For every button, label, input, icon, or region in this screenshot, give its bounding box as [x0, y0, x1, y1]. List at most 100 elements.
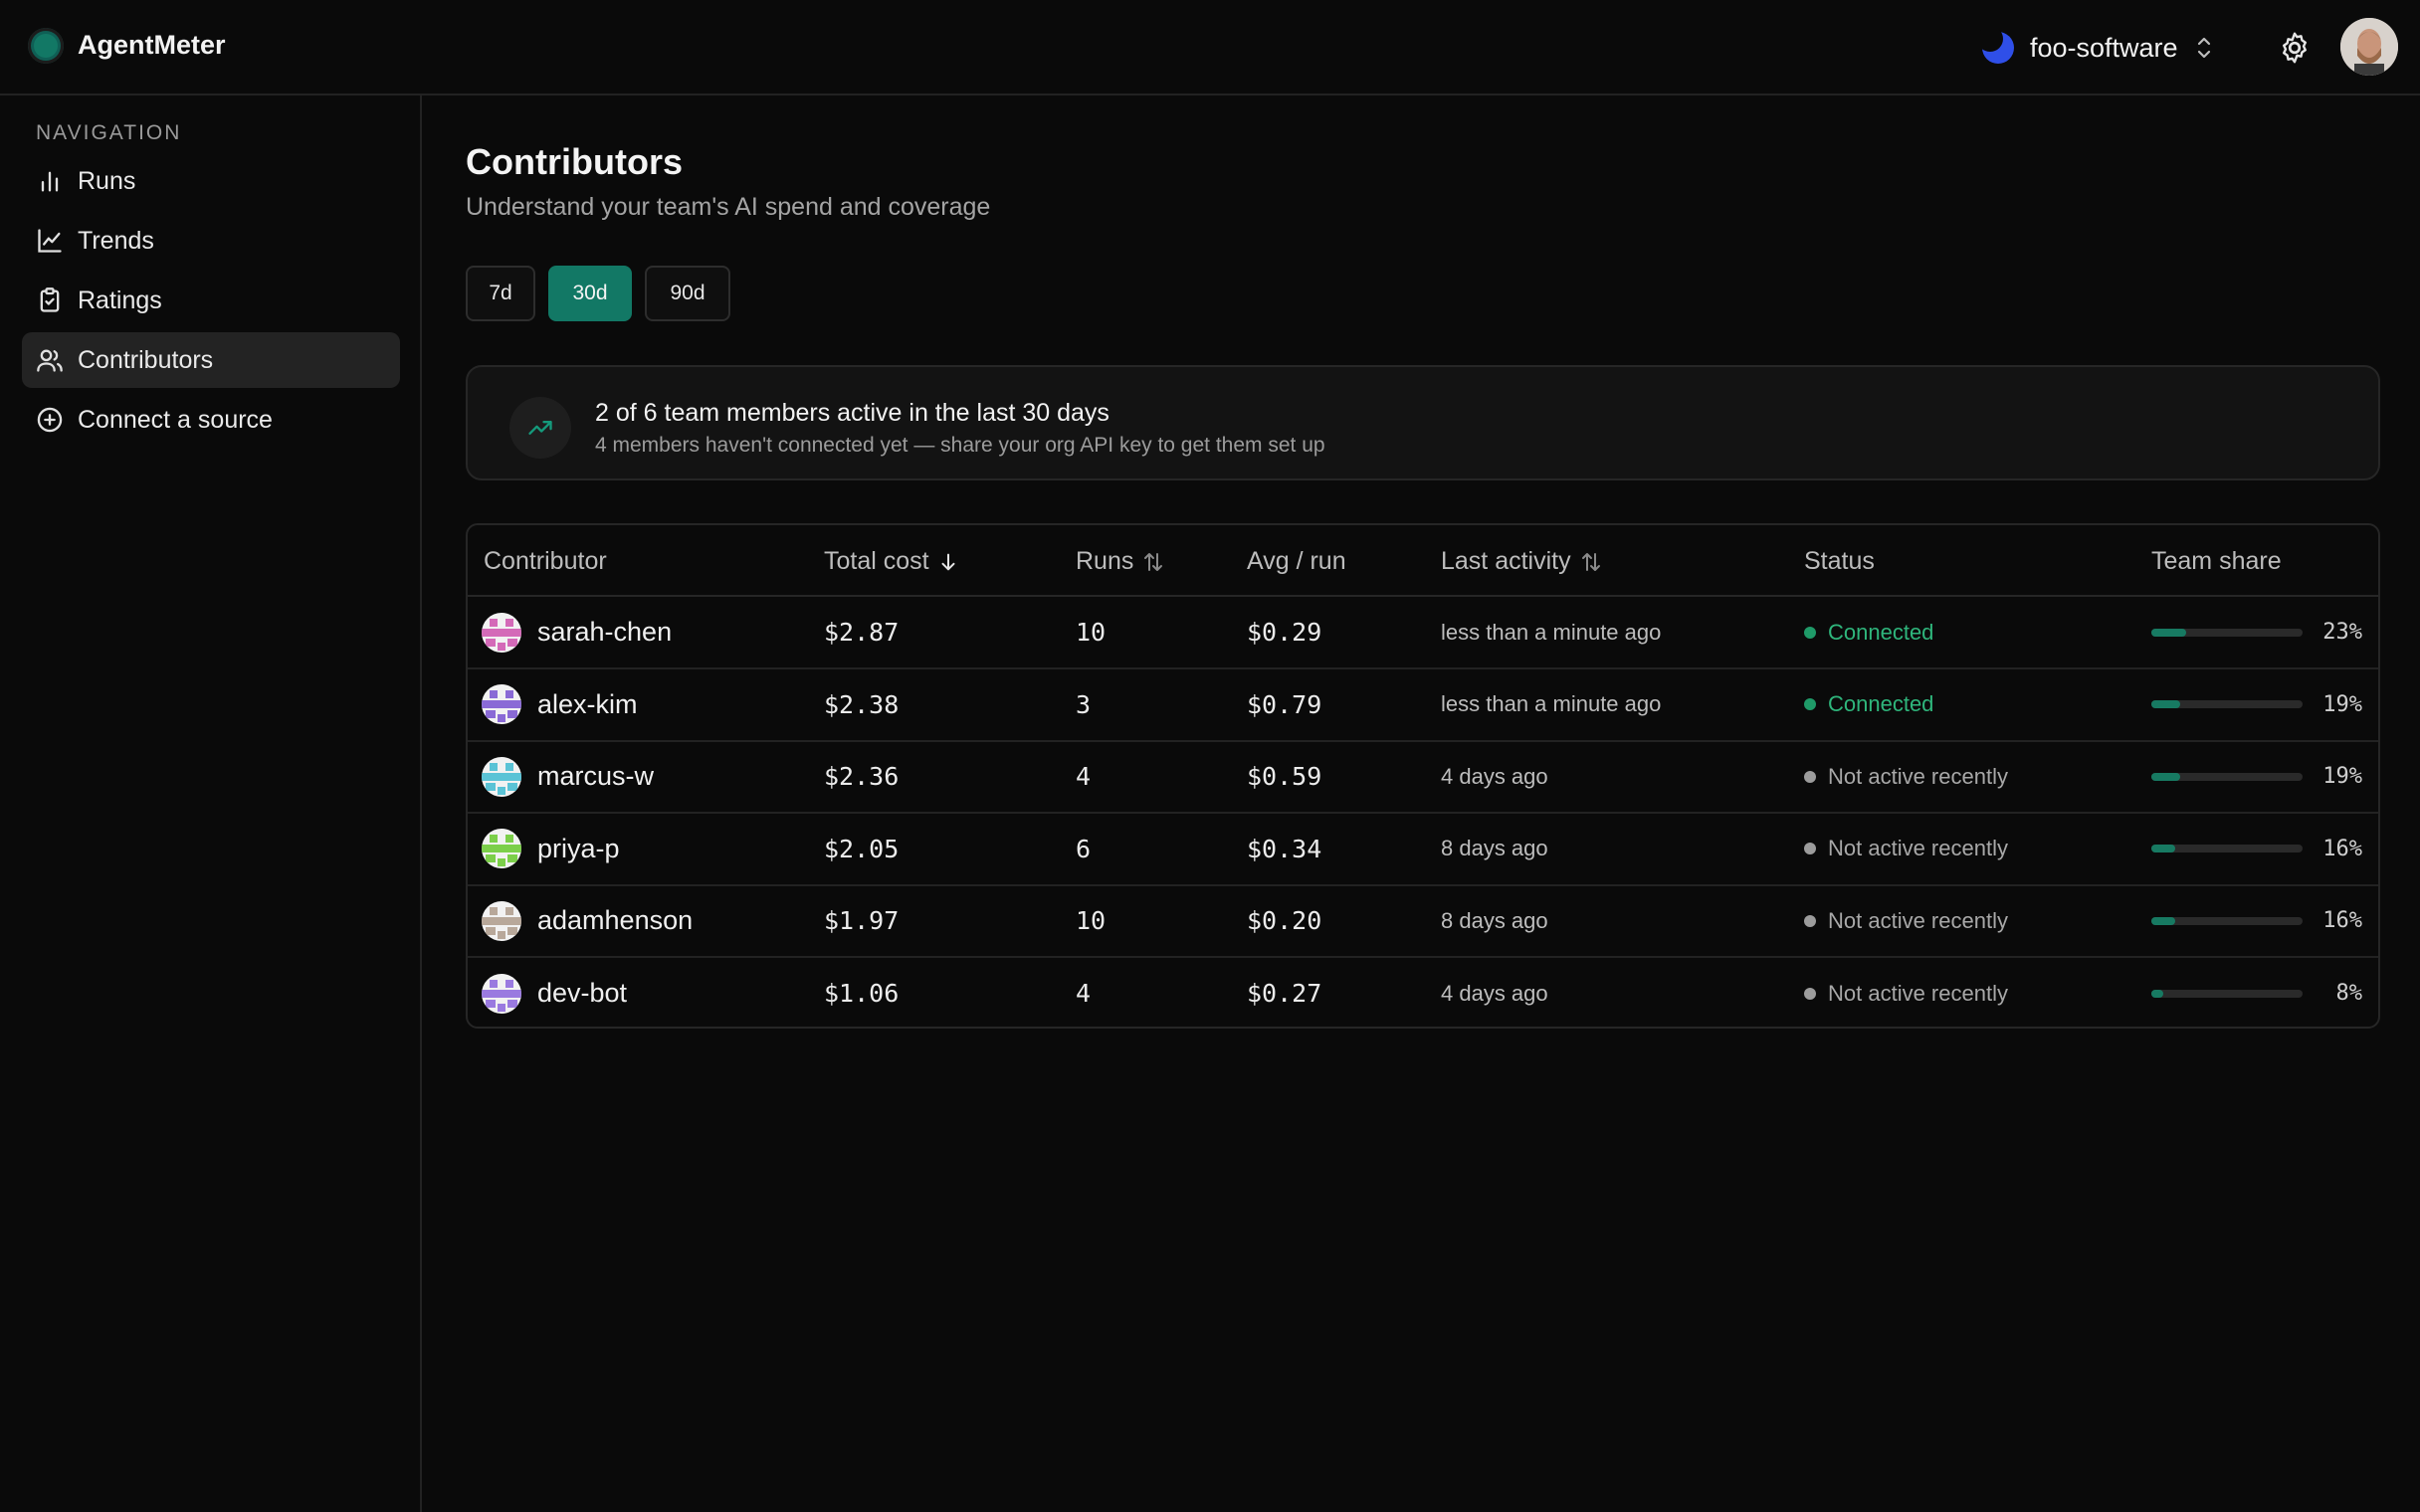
- total-cost-cell: $1.06: [824, 958, 900, 1027]
- runs-count-cell: 6: [1076, 814, 1091, 884]
- nav-heading: NAVIGATION: [36, 121, 182, 144]
- last-activity: 8 days ago: [1441, 836, 1548, 861]
- sort-icon: [1581, 552, 1600, 571]
- runs-count: 4: [1076, 979, 1092, 1008]
- column-label: Runs: [1076, 547, 1134, 575]
- runs-count: 10: [1076, 906, 1107, 936]
- status-cell: Not active recently: [1804, 741, 2008, 812]
- avg-run: $0.29: [1247, 618, 1322, 647]
- banner-title: 2 of 6 team members active in the last 3…: [595, 399, 1109, 427]
- team-share-percent: 16%: [2322, 836, 2362, 861]
- user-avatar[interactable]: [2340, 18, 2398, 76]
- last-activity-cell: 8 days ago: [1441, 885, 1548, 956]
- team-share-bar: [2151, 628, 2303, 637]
- column-contributor[interactable]: Contributor: [484, 547, 607, 576]
- column-last-activity[interactable]: Last activity: [1441, 547, 1603, 576]
- status-cell: Connected: [1804, 597, 1933, 667]
- table-row[interactable]: dev-bot $1.06 4 $0.27 4 days ago Not active r…: [468, 958, 2378, 1027]
- team-share-bar: [2151, 772, 2303, 781]
- avg-run-cell: $0.79: [1247, 669, 1321, 740]
- total-cost: $2.87: [824, 618, 900, 647]
- team-share-cell: 19%: [2151, 669, 2362, 740]
- contributor-name: adamhenson: [537, 905, 694, 936]
- total-cost: $2.38: [824, 689, 900, 719]
- gear-icon[interactable]: [2277, 30, 2313, 66]
- last-activity: less than a minute ago: [1441, 691, 1662, 717]
- status-badge: Not active recently: [1804, 908, 2008, 934]
- sort-desc-icon: [941, 553, 955, 570]
- sidebar-item-ratings[interactable]: Ratings: [22, 273, 400, 328]
- column-team-share: Team share: [2151, 547, 2282, 576]
- status-text: Not active recently: [1828, 980, 2008, 1006]
- contributor-cell: marcus-w: [482, 741, 654, 812]
- status-badge: Connected: [1804, 620, 1933, 646]
- sidebar-item-contributors[interactable]: Contributors: [22, 332, 400, 388]
- status-dot: [1804, 843, 1816, 855]
- total-cost-cell: $2.36: [824, 741, 899, 812]
- org-switcher[interactable]: foo-software: [1977, 26, 2214, 70]
- total-cost-cell: $2.38: [824, 669, 899, 740]
- status-badge: Not active recently: [1804, 981, 2008, 1007]
- page-title: Contributors: [466, 141, 683, 182]
- trending-up-icon: [509, 397, 571, 459]
- contributor-cell: priya-p: [482, 814, 620, 884]
- team-share-fill: [2151, 989, 2163, 998]
- total-cost-cell: $2.05: [824, 814, 899, 884]
- team-share-bar: [2151, 700, 2303, 709]
- top-bar: AgentMeter foo-software: [0, 0, 2420, 95]
- contributor-cell: adamhenson: [482, 885, 693, 956]
- avg-run-cell: $0.59: [1247, 741, 1321, 812]
- range-7d-button[interactable]: 7d: [466, 266, 535, 321]
- total-cost-cell: $2.87: [824, 597, 899, 667]
- team-share-percent: 8%: [2335, 981, 2363, 1006]
- status-text: Not active recently: [1828, 763, 2008, 789]
- avg-run: $0.20: [1247, 906, 1322, 936]
- avatar: [482, 756, 521, 797]
- page-subtitle: Understand your team's AI spend and cove…: [466, 193, 991, 221]
- last-activity: 8 days ago: [1441, 907, 1548, 933]
- sidebar-item-runs[interactable]: Runs: [22, 153, 400, 209]
- status-badge: Not active recently: [1804, 764, 2008, 790]
- contributor-name: sarah-chen: [537, 617, 673, 647]
- team-share-percent: 16%: [2322, 908, 2362, 934]
- team-share-bar: [2151, 989, 2303, 998]
- table-row[interactable]: alex-kim $2.38 3 $0.79 less than a minute ag…: [468, 669, 2378, 742]
- table-row[interactable]: marcus-w $2.36 4 $0.59 4 days ago Not active …: [468, 741, 2378, 815]
- table-row[interactable]: priya-p $2.05 6 $0.34 8 days ago Not active r…: [468, 814, 2378, 886]
- sidebar-item-trends[interactable]: Trends: [22, 213, 400, 269]
- banner-subtitle: 4 members haven't connected yet — share …: [595, 434, 1325, 457]
- avg-run-cell: $0.29: [1247, 597, 1321, 667]
- table-header: Contributor Total cost Runs Avg / run La…: [468, 525, 2378, 597]
- status-cell: Not active recently: [1804, 814, 2008, 884]
- range-30d-button[interactable]: 30d: [548, 266, 632, 321]
- contributor-cell: sarah-chen: [482, 597, 672, 667]
- sidebar-item-label: Runs: [78, 166, 136, 195]
- column-label: Contributor: [484, 547, 607, 575]
- table-row[interactable]: sarah-chen $2.87 10 $0.29 less than a minute…: [468, 597, 2378, 669]
- column-label: Status: [1804, 547, 1875, 575]
- total-cost: $1.06: [824, 979, 900, 1008]
- runs-count-cell: 3: [1076, 669, 1091, 740]
- range-90d-button[interactable]: 90d: [645, 266, 730, 321]
- column-runs[interactable]: Runs: [1076, 547, 1165, 576]
- sidebar-item-connect-source[interactable]: Connect a source: [22, 392, 400, 448]
- status-badge: Not active recently: [1804, 836, 2008, 861]
- column-avg-run[interactable]: Avg / run: [1247, 547, 1346, 576]
- total-cost: $2.36: [824, 762, 900, 792]
- app-logo: [28, 28, 64, 64]
- sort-icon: [1144, 552, 1163, 571]
- runs-count: 6: [1076, 834, 1092, 863]
- status-text: Connected: [1828, 619, 1934, 645]
- last-activity-cell: less than a minute ago: [1441, 597, 1661, 667]
- avg-run-cell: $0.27: [1247, 958, 1321, 1027]
- avatar: [482, 900, 521, 941]
- last-activity-cell: 4 days ago: [1441, 958, 1548, 1027]
- status-text: Not active recently: [1828, 907, 2008, 933]
- avg-run: $0.59: [1247, 762, 1322, 792]
- chevron-up-down-icon: [2197, 37, 2210, 59]
- team-share-cell: 8%: [2151, 958, 2363, 1027]
- table-row[interactable]: adamhenson $1.97 10 $0.20 8 days ago Not acti…: [468, 885, 2378, 959]
- column-total-cost[interactable]: Total cost: [824, 547, 959, 576]
- users-icon: [37, 349, 63, 372]
- column-status: Status: [1804, 547, 1875, 576]
